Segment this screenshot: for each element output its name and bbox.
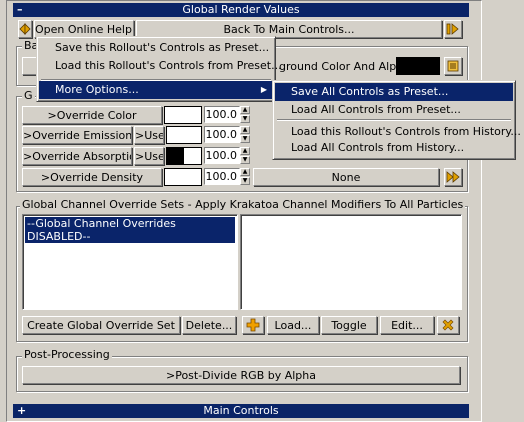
density-map-button[interactable]: None [253, 168, 439, 186]
override-absorption-value[interactable]: 100.0 [204, 147, 240, 164]
menu-item-load-all-history[interactable]: Load All Controls from History... [275, 139, 513, 157]
override-emission-button[interactable]: >Override Emission [22, 126, 132, 144]
background-color-swatch[interactable] [396, 57, 440, 75]
override-emission-spinner[interactable]: ▲ ▼ [240, 126, 250, 143]
channel-sets-selected-item[interactable]: --Global Channel Overrides DISABLED-- [25, 217, 235, 243]
override-color-spinner[interactable]: ▲ ▼ [240, 106, 250, 123]
override-density-label: >Override Density [40, 171, 144, 184]
override-absorption-swatch[interactable] [166, 147, 202, 165]
background-color-label: ground Color And Alpha: [279, 60, 414, 73]
double-arrow-right-icon [446, 171, 460, 183]
menu-item-save-rollout-preset[interactable]: Save this Rollout's Controls as Preset..… [39, 39, 273, 57]
override-color-label: >Override Color [47, 109, 137, 122]
post-divide-rgb-label: >Post-Divide RGB by Alpha [165, 369, 316, 382]
forward-arrow-icon [446, 23, 459, 35]
forward-nav-button[interactable] [444, 20, 462, 38]
delete-set-button[interactable]: Delete... [182, 316, 236, 334]
submenu-arrow-icon: ▶ [260, 85, 267, 94]
post-processing-label: Post-Processing [22, 348, 112, 361]
override-emission-use-label: >Use [135, 129, 164, 142]
rollout-title-bar[interactable]: – Global Render Values [13, 3, 469, 17]
override-emission-value[interactable]: 100.0 [204, 126, 240, 143]
left-right-arrow-icon [19, 23, 31, 35]
context-menu: Save this Rollout's Controls as Preset..… [36, 36, 282, 102]
help-nav-button[interactable] [18, 20, 32, 38]
override-color-button[interactable]: >Override Color [22, 106, 162, 124]
create-global-override-set-button[interactable]: Create Global Override Set [22, 316, 180, 334]
menu-item-save-all-preset[interactable]: Save All Controls as Preset... [275, 83, 513, 101]
main-controls-title: Main Controls [203, 404, 279, 417]
override-color-value[interactable]: 100.0 [204, 106, 240, 123]
more-options-submenu: Save All Controls as Preset... Load All … [272, 80, 521, 160]
channel-override-sets-label: Global Channel Override Sets - Apply Kra… [20, 198, 466, 211]
list-icon [447, 60, 459, 72]
edit-modifier-button[interactable]: Edit... [380, 316, 434, 334]
override-absorption-use-button[interactable]: >Use [134, 147, 164, 165]
post-divide-rgb-button[interactable]: >Post-Divide RGB by Alpha [22, 366, 460, 384]
density-map-forward-button[interactable] [444, 168, 462, 186]
override-density-spinner[interactable]: ▲ ▼ [240, 168, 250, 185]
background-options-button[interactable] [444, 57, 462, 75]
create-global-override-set-label: Create Global Override Set [27, 319, 175, 332]
override-density-swatch[interactable] [164, 168, 202, 186]
collapse-sign[interactable]: – [17, 3, 23, 17]
load-modifier-label: Load... [274, 319, 312, 332]
override-emission-label: >Override Emission [23, 129, 132, 142]
main-controls-title-bar[interactable]: + Main Controls [13, 404, 469, 418]
submenu-separator [277, 119, 511, 121]
plus-icon [246, 318, 260, 332]
menu-item-load-all-preset[interactable]: Load All Controls from Preset... [275, 101, 513, 119]
override-absorption-label: >Override Absorption [23, 150, 132, 163]
toggle-modifier-button[interactable]: Toggle [321, 316, 377, 334]
override-density-value[interactable]: 100.0 [204, 168, 240, 185]
override-emission-use-button[interactable]: >Use [134, 126, 164, 144]
add-modifier-button[interactable] [242, 316, 264, 334]
load-modifier-button[interactable]: Load... [267, 316, 319, 334]
override-density-button[interactable]: >Override Density [22, 168, 162, 186]
menu-item-load-rollout-preset[interactable]: Load this Rollout's Controls from Preset… [39, 57, 282, 75]
override-emission-swatch[interactable] [166, 126, 202, 144]
density-map-label: None [331, 171, 361, 184]
edit-modifier-label: Edit... [391, 319, 423, 332]
override-absorption-spinner[interactable]: ▲ ▼ [240, 147, 250, 164]
channel-sets-list[interactable]: --Global Channel Overrides DISABLED-- [22, 214, 238, 310]
x-delete-icon [442, 319, 454, 331]
global-override-group-label: G [22, 89, 35, 102]
delete-set-label: Delete... [185, 319, 233, 332]
open-online-help-label: Open Online Help... [35, 23, 134, 36]
toggle-modifier-label: Toggle [331, 319, 367, 332]
rollout-title: Global Render Values [182, 3, 300, 16]
override-color-swatch[interactable] [164, 106, 202, 124]
menu-item-more-options[interactable]: More Options... ▶ [39, 81, 273, 99]
override-absorption-use-label: >Use [135, 150, 164, 163]
back-to-main-controls-label: Back To Main Controls... [223, 23, 355, 36]
channel-modifiers-list[interactable] [240, 214, 462, 310]
remove-modifier-button[interactable] [437, 316, 459, 334]
expand-sign[interactable]: + [17, 404, 26, 418]
override-absorption-button[interactable]: >Override Absorption [22, 147, 132, 165]
